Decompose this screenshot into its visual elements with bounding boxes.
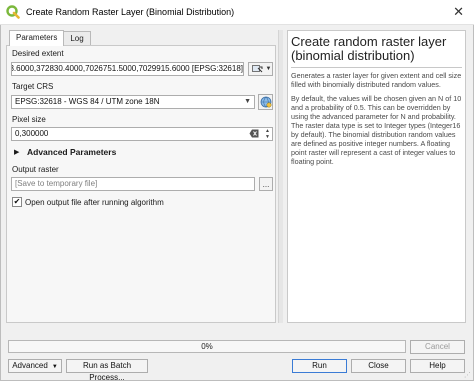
run-button[interactable]: Run: [292, 359, 347, 373]
tab-bar: Parameters Log: [9, 30, 91, 46]
output-raster-input[interactable]: [Save to temporary file]: [11, 177, 255, 191]
qgis-icon: [6, 5, 20, 19]
pixel-size-input[interactable]: 0,300000 ▲ ▼: [11, 127, 273, 141]
resize-grip-icon[interactable]: ⋰: [464, 371, 472, 379]
crs-select-button[interactable]: [258, 94, 273, 110]
pixel-size-label: Pixel size: [12, 115, 46, 124]
extent-menu-button[interactable]: ▼: [265, 62, 273, 76]
progress-text: 0%: [201, 342, 213, 351]
batch-process-button[interactable]: Run as Batch Process...: [66, 359, 148, 381]
help-pane: Create random raster layer (binomial dis…: [287, 30, 466, 323]
help-paragraph: Generates a raster layer for given exten…: [291, 71, 462, 89]
title-bar: Create Random Raster Layer (Binomial Dis…: [0, 0, 474, 25]
open-output-label: Open output file after running algorithm: [25, 198, 164, 207]
chevron-down-icon: ▼: [265, 66, 272, 72]
advanced-parameters-toggle[interactable]: Advanced Parameters: [27, 147, 116, 157]
pixel-size-value: 0,300000: [15, 129, 49, 138]
close-window-icon[interactable]: ✕: [453, 4, 464, 20]
open-output-checkbox[interactable]: ✔: [12, 197, 22, 207]
browse-button[interactable]: ...: [259, 177, 273, 191]
clear-field-icon[interactable]: [249, 129, 259, 140]
cancel-button[interactable]: Cancel: [410, 340, 465, 354]
extent-input[interactable]: 2783.6000,372830.4000,7026751.5000,70299…: [11, 62, 244, 76]
chevron-down-icon: ▼: [244, 98, 251, 105]
panel-splitter[interactable]: [278, 30, 283, 323]
help-title: Create random raster layer (binomial dis…: [291, 34, 447, 63]
extent-select-icon: [251, 65, 262, 73]
help-button[interactable]: Help: [410, 359, 465, 373]
close-button[interactable]: Close: [351, 359, 406, 373]
crs-label: Target CRS: [12, 82, 54, 91]
crs-select[interactable]: EPSG:32618 - WGS 84 / UTM zone 18N ▼: [11, 95, 255, 109]
crs-globe-icon: [260, 96, 271, 108]
help-paragraph: By default, the values will be chosen gi…: [291, 94, 462, 166]
expand-triangle-icon[interactable]: ▶: [14, 148, 19, 156]
spinbox-arrows-icon[interactable]: ▲ ▼: [265, 128, 270, 140]
window-title: Create Random Raster Layer (Binomial Dis…: [26, 7, 235, 17]
tab-parameters[interactable]: Parameters: [9, 30, 65, 46]
crs-value: EPSG:32618 - WGS 84 / UTM zone 18N: [15, 97, 160, 106]
output-raster-label: Output raster: [12, 165, 59, 174]
extent-select-button[interactable]: [248, 62, 266, 76]
progress-bar: 0%: [8, 340, 406, 353]
advanced-button[interactable]: Advanced ▼: [8, 359, 62, 373]
tab-log[interactable]: Log: [63, 31, 91, 46]
browse-label: ...: [262, 179, 270, 189]
extent-label: Desired extent: [12, 49, 64, 58]
chevron-down-icon: ▼: [51, 364, 58, 370]
advanced-button-label: Advanced: [12, 361, 48, 370]
help-divider: [291, 67, 462, 68]
